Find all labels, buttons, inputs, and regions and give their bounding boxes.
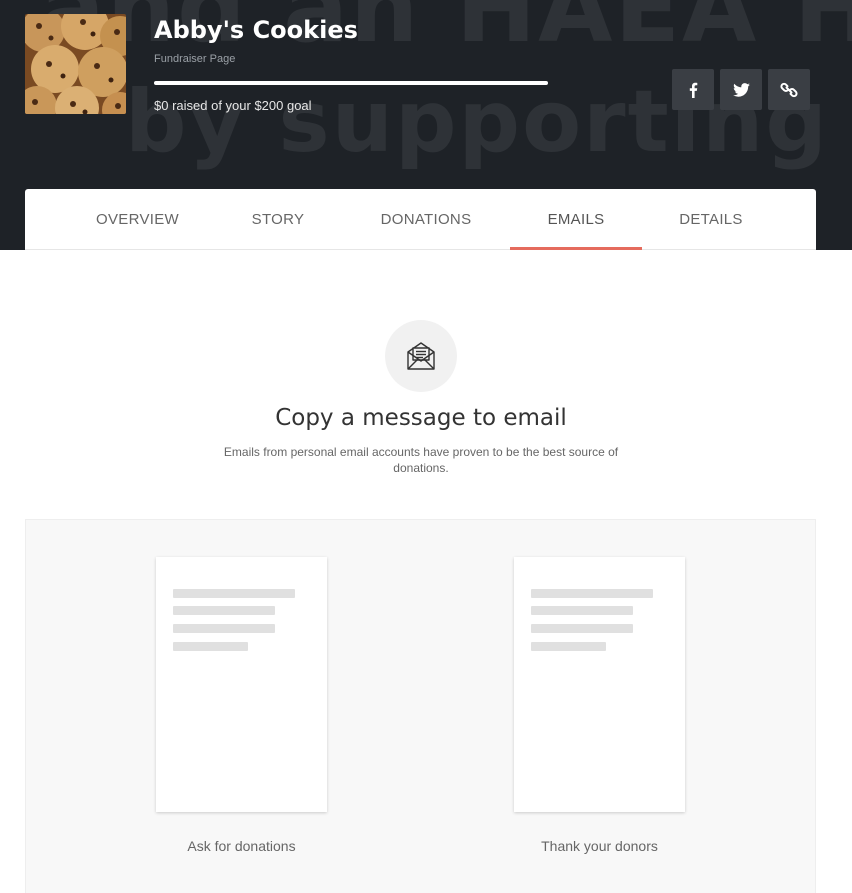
placeholder-line <box>173 589 295 598</box>
raised-amount: $0 raised of your $200 goal <box>154 98 312 113</box>
goal-progress-bar <box>154 81 548 85</box>
facebook-icon <box>689 82 698 98</box>
placeholder-line <box>531 624 633 633</box>
twitter-icon <box>732 82 750 97</box>
tab-emails[interactable]: EMAILS <box>510 189 642 250</box>
placeholder-line <box>531 642 606 651</box>
goal-progress-fill <box>154 81 548 85</box>
emails-heading: Copy a message to email <box>275 405 567 431</box>
email-icon-circle <box>385 320 457 392</box>
share-facebook-button[interactable] <box>672 69 714 110</box>
tab-details[interactable]: DETAILS <box>661 189 761 249</box>
template-card-thank-donors[interactable] <box>514 557 685 812</box>
fundraiser-thumbnail <box>25 14 126 114</box>
share-twitter-button[interactable] <box>720 69 762 110</box>
copy-link-button[interactable] <box>768 69 810 110</box>
placeholder-line <box>173 624 275 633</box>
placeholder-line <box>531 606 633 615</box>
placeholder-line <box>173 606 275 615</box>
fundraiser-title: Abby's Cookies <box>154 16 358 44</box>
emails-description: Emails from personal email accounts have… <box>223 445 619 475</box>
email-templates-panel: Ask for donations Thank your donors <box>25 519 816 893</box>
fundraiser-tabs: OVERVIEW STORY DONATIONS EMAILS DETAILS <box>25 189 816 250</box>
placeholder-line <box>531 589 653 598</box>
link-icon <box>780 82 798 97</box>
tab-donations[interactable]: DONATIONS <box>358 189 494 249</box>
template-label-ask-donations[interactable]: Ask for donations <box>156 838 327 854</box>
fundraiser-subtitle: Fundraiser Page <box>154 53 236 65</box>
placeholder-line <box>173 642 248 651</box>
template-card-ask-donations[interactable] <box>156 557 327 812</box>
tab-overview[interactable]: OVERVIEW <box>65 189 210 249</box>
tab-story[interactable]: STORY <box>223 189 333 249</box>
template-label-thank-donors[interactable]: Thank your donors <box>514 838 685 854</box>
envelope-open-icon <box>407 342 435 370</box>
